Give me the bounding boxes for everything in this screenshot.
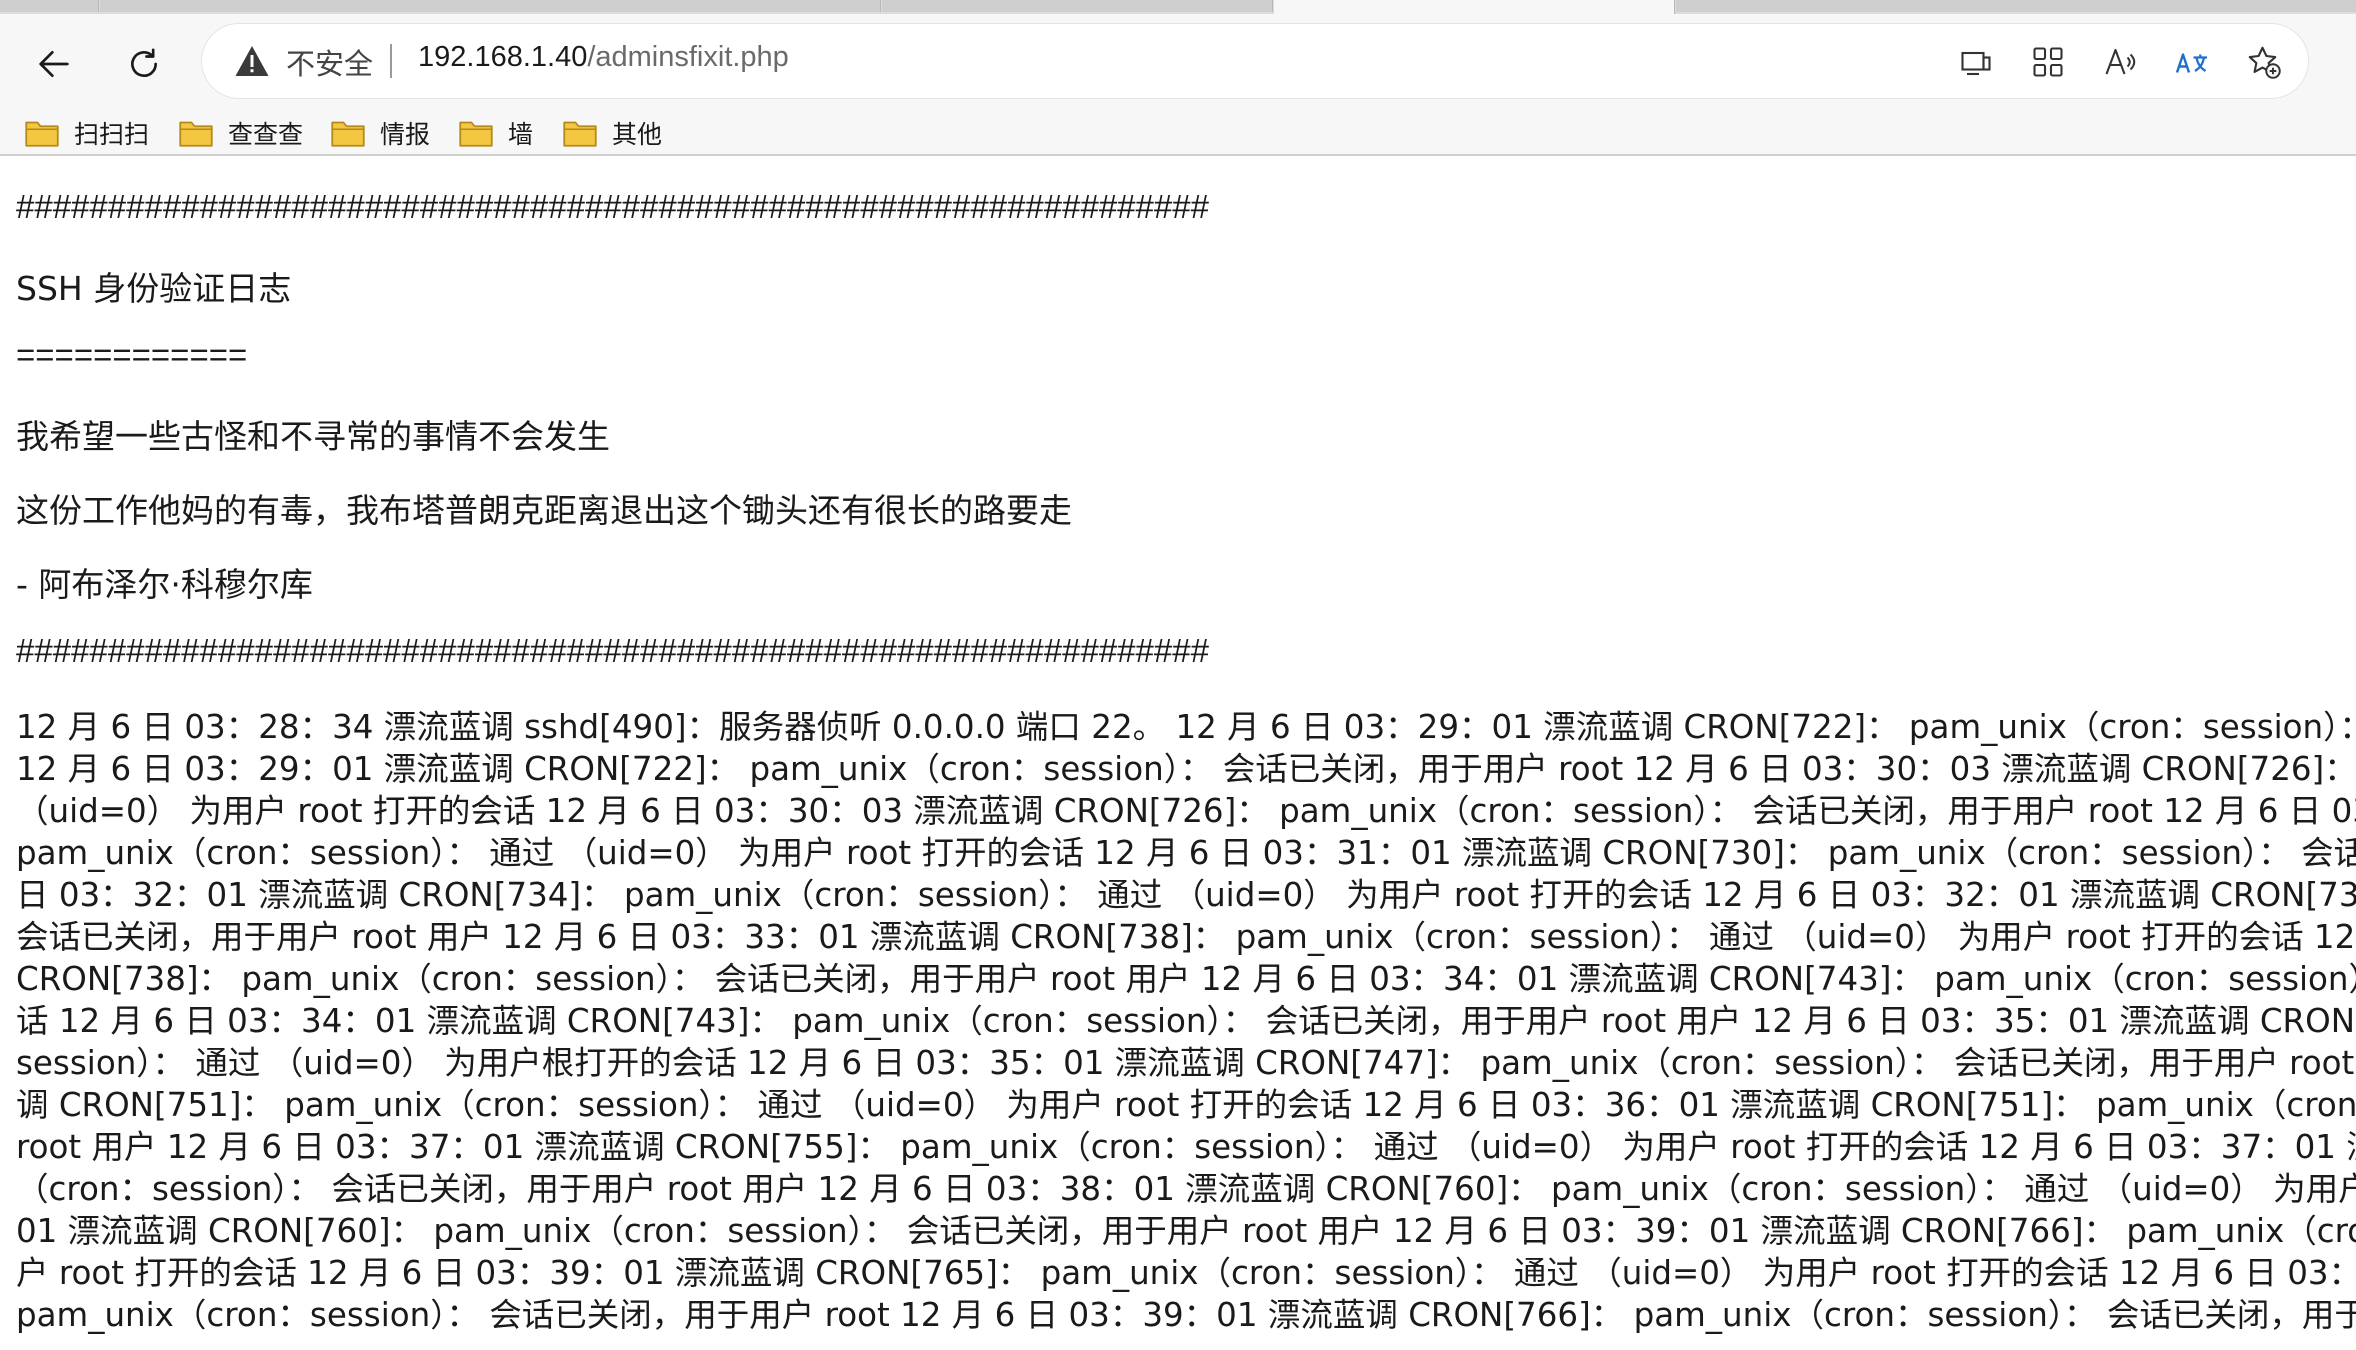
- ssh-log-text: 12 月 6 日 03：28：34 漂流蓝调 sshd[490]：服务器侦听 0…: [16, 706, 2356, 1336]
- log-line: root 用户 12 月 6 日 03：37：01 漂流蓝调 CRON[755]…: [16, 1128, 2356, 1166]
- apps-icon: [2033, 47, 2063, 77]
- log-line: 12 月 6 日 03：28：34 漂流蓝调 sshd[490]：服务器侦听 0…: [16, 708, 2356, 746]
- log-line: CRON[738]： pam_unix（cron：session）： 会话已关闭…: [16, 960, 2356, 998]
- address-bar[interactable]: 不安全 192.168.1.40/adminsfixit.php: [202, 24, 2308, 98]
- folder-icon: [331, 121, 365, 147]
- refresh-button[interactable]: [112, 32, 176, 96]
- quote-author: - 阿布泽尔·科穆尔库: [16, 565, 313, 604]
- translate-icon: [2175, 53, 2207, 73]
- quote-line: 我希望一些古怪和不寻常的事情不会发生: [16, 417, 610, 456]
- bookmark-label: 情报: [380, 120, 431, 149]
- bookmark-folder[interactable]: 情报: [330, 112, 430, 154]
- log-line: pam_unix（cron：session）： 会话已关闭，用于用户 root …: [16, 1296, 2356, 1334]
- log-line: 话 12 月 6 日 03：34：01 漂流蓝调 CRON[743]： pam_…: [16, 1002, 2356, 1040]
- log-line: （cron：session）： 会话已关闭，用于用户 root 用户 12 月 …: [16, 1170, 2356, 1208]
- address-separator: [390, 44, 392, 78]
- page-content: ########################################…: [0, 156, 2356, 1350]
- bookmarks-bar: 扫扫扫 查查查 情报 墙 其他: [0, 112, 2356, 154]
- reader-mode-button[interactable]: [1956, 42, 1996, 82]
- back-button[interactable]: [22, 32, 86, 96]
- read-aloud-button[interactable]: [2100, 42, 2140, 82]
- back-arrow-icon: [39, 51, 69, 77]
- bookmark-folder[interactable]: 扫扫扫: [24, 112, 149, 154]
- bookmark-folder[interactable]: 查查查: [178, 112, 303, 154]
- hash-divider: ########################################…: [16, 632, 1209, 669]
- hash-divider: ########################################…: [16, 188, 1209, 225]
- translate-button[interactable]: [2172, 42, 2212, 82]
- reader-mode-icon: [1961, 51, 1991, 76]
- log-line: 户 root 打开的会话 12 月 6 日 03：39：01 漂流蓝调 CRON…: [16, 1254, 2356, 1292]
- page-heading: SSH 身份验证日志: [16, 269, 292, 308]
- tab[interactable]: [100, 0, 881, 12]
- tab-active[interactable]: [1274, 0, 1675, 14]
- browser-toolbar: 不安全 192.168.1.40/adminsfixit.php 扫扫扫 查查查…: [0, 14, 2356, 156]
- log-line: （uid=0） 为用户 root 打开的会话 12 月 6 日 03：30：03…: [16, 792, 2356, 830]
- tab[interactable]: [0, 0, 99, 12]
- url-host: 192.168.1.40: [418, 41, 588, 73]
- log-line: 会话已关闭，用于用户 root 用户 12 月 6 日 03：33：01 漂流蓝…: [16, 918, 2356, 956]
- add-favorite-button[interactable]: [2244, 42, 2284, 82]
- bookmark-label: 查查查: [228, 120, 304, 149]
- tab[interactable]: [1676, 0, 2356, 12]
- url-text[interactable]: 192.168.1.40/adminsfixit.php: [418, 41, 789, 74]
- folder-icon: [459, 121, 493, 147]
- log-line: 12 月 6 日 03：29：01 漂流蓝调 CRON[722]： pam_un…: [16, 750, 2356, 788]
- refresh-icon: [131, 48, 157, 77]
- tab-strip: [0, 0, 2356, 14]
- log-line: 调 CRON[751]： pam_unix（cron：session）： 通过 …: [16, 1086, 2356, 1124]
- quote-line: 这份工作他妈的有毒，我布塔普朗克距离退出这个锄头还有很长的路要走: [16, 491, 1072, 530]
- bookmark-label: 墙: [508, 120, 534, 149]
- warning-icon[interactable]: [234, 44, 270, 78]
- log-line: session）： 通过 （uid=0） 为用户根打开的会话 12 月 6 日 …: [16, 1044, 2356, 1082]
- folder-icon: [179, 121, 213, 147]
- favorite-add-icon: [2248, 46, 2281, 79]
- read-aloud-icon: [2105, 48, 2136, 75]
- bookmark-folder[interactable]: 其他: [562, 112, 662, 154]
- bookmark-label: 扫扫扫: [74, 120, 150, 149]
- tab[interactable]: [882, 0, 1273, 12]
- url-path: /adminsfixit.php: [587, 41, 789, 73]
- bookmark-folder[interactable]: 墙: [458, 112, 533, 154]
- log-line: pam_unix（cron：session）： 通过 （uid=0） 为用户 r…: [16, 834, 2356, 872]
- folder-icon: [563, 121, 597, 147]
- log-line: 日 03：32：01 漂流蓝调 CRON[734]： pam_unix（cron…: [16, 876, 2356, 914]
- security-status-label[interactable]: 不安全: [286, 41, 373, 83]
- folder-icon: [25, 121, 59, 147]
- log-line: 01 漂流蓝调 CRON[760]： pam_unix（cron：session…: [16, 1212, 2356, 1250]
- bookmark-label: 其他: [612, 120, 663, 149]
- apps-button[interactable]: [2028, 42, 2068, 82]
- equals-divider: ============: [16, 336, 248, 373]
